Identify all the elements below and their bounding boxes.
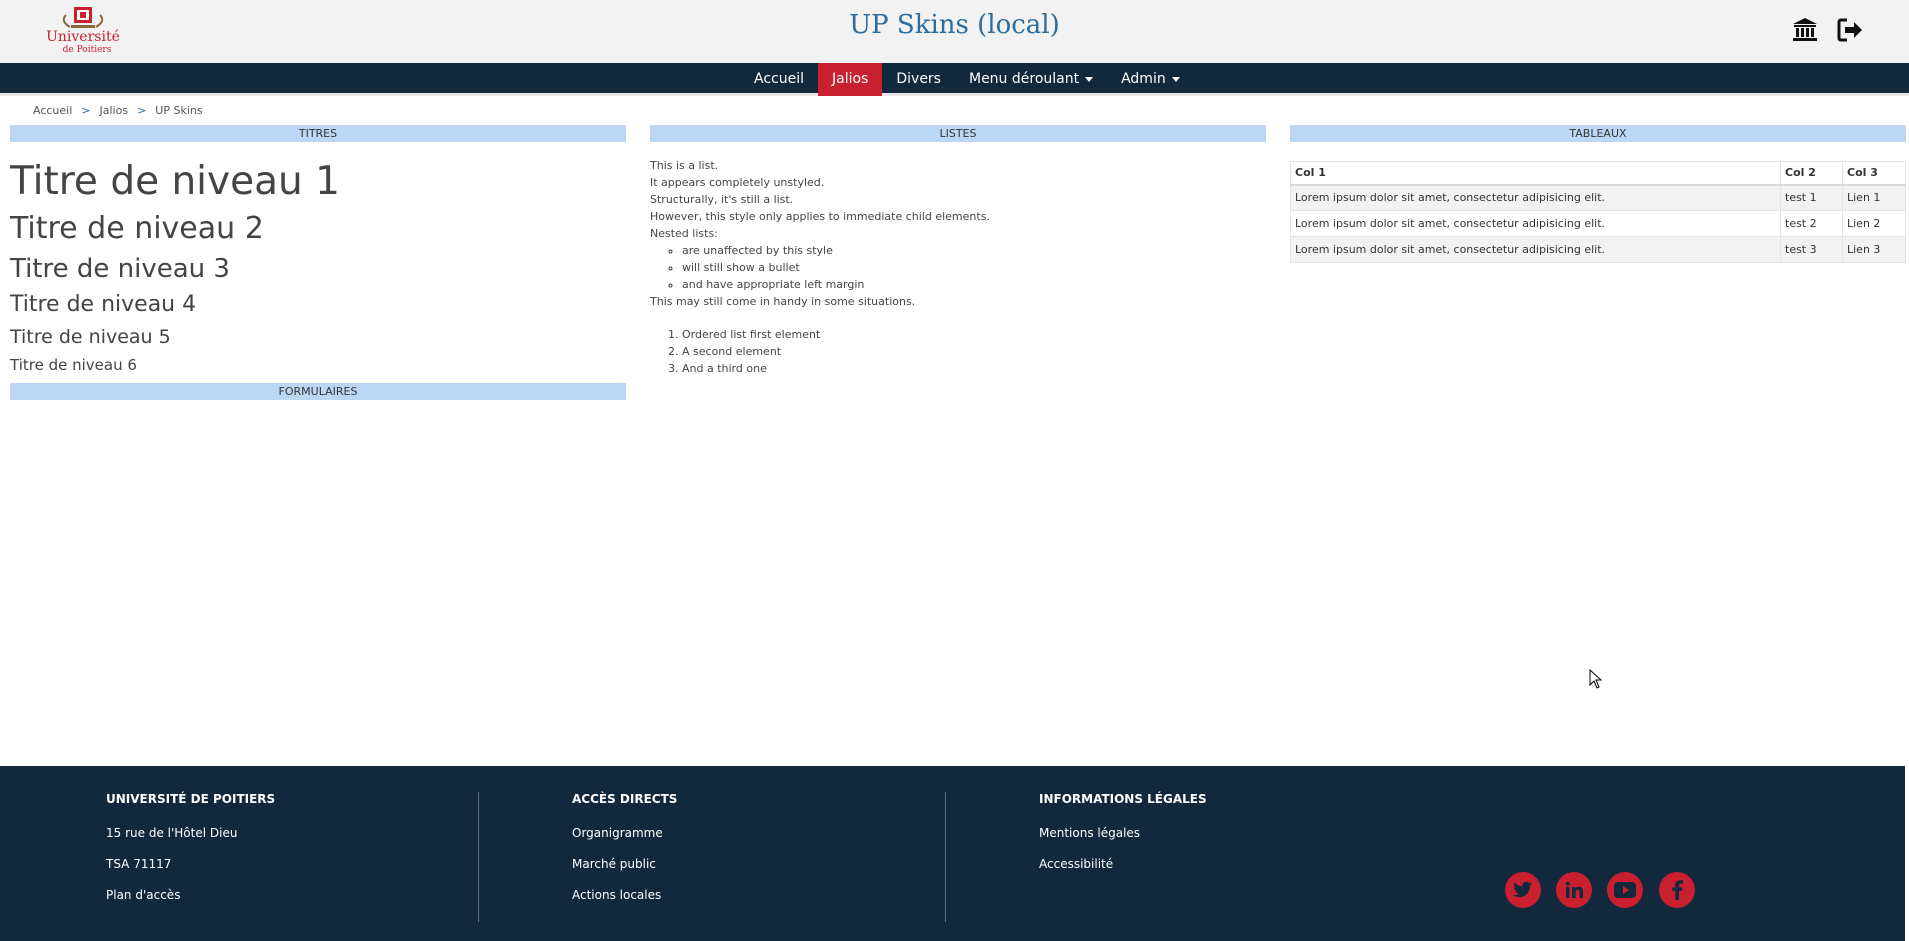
ordered-list-item: A second element xyxy=(682,343,1266,360)
breadcrumb: Accueil > Jalios > UP Skins xyxy=(33,104,203,117)
unstyled-list: This is a list. It appears completely un… xyxy=(650,157,1266,310)
bank-icon[interactable] xyxy=(1791,16,1819,44)
ordered-list-item: Ordered list first element xyxy=(682,326,1266,343)
footer-divider xyxy=(478,792,479,922)
table-cell: test 1 xyxy=(1780,184,1843,211)
breadcrumb-jalios[interactable]: Jalios xyxy=(100,104,129,117)
footer-col-university: UNIVERSITÉ DE POITIERS 15 rue de l'Hôtel… xyxy=(106,792,275,902)
heading-level-3: Titre de niveau 3 xyxy=(10,254,230,284)
heading-level-6: Titre de niveau 6 xyxy=(10,356,137,374)
breadcrumb-separator: > xyxy=(137,104,147,117)
heading-level-2: Titre de niveau 2 xyxy=(10,211,264,246)
youtube-icon[interactable] xyxy=(1607,872,1643,908)
footer-tsa: TSA 71117 xyxy=(106,857,172,871)
footer-link-accessibilite[interactable]: Accessibilité xyxy=(1039,857,1207,871)
nav-item-accueil[interactable]: Accueil xyxy=(740,63,818,96)
nav-label: Admin xyxy=(1121,71,1166,87)
footer-col-title: ACCÈS DIRECTS xyxy=(572,792,678,806)
heading-level-1: Titre de niveau 1 xyxy=(10,159,340,204)
breadcrumb-accueil[interactable]: Accueil xyxy=(33,104,72,117)
nested-list: are unaffected by this style will still … xyxy=(650,242,1266,293)
nested-list-item: and have appropriate left margin xyxy=(682,276,1266,293)
nav-item-divers[interactable]: Divers xyxy=(882,63,955,96)
list-item: Nested lists: are unaffected by this sty… xyxy=(650,225,1266,293)
list-item: It appears completely unstyled. xyxy=(650,176,825,189)
footer-col-informations-legales: INFORMATIONS LÉGALES Mentions légales Ac… xyxy=(1039,792,1207,871)
table-cell-link[interactable]: Lien 2 xyxy=(1842,210,1906,237)
table-cell-link[interactable]: Lien 1 xyxy=(1842,184,1906,211)
nav-label: Accueil xyxy=(754,71,804,87)
footer-col-acces-directs: ACCÈS DIRECTS Organigramme Marché public… xyxy=(572,792,677,902)
twitter-icon[interactable] xyxy=(1505,872,1541,908)
site-header: Université de Poitiers UP Skins (local) xyxy=(0,0,1909,63)
formulaires-section-title: FORMULAIRES xyxy=(10,383,626,400)
list-item: Structurally, it's still a list. xyxy=(650,193,794,206)
table-cell: test 2 xyxy=(1780,210,1843,237)
list-item: This may still come in handy in some sit… xyxy=(650,295,916,308)
table-cell: test 3 xyxy=(1780,236,1843,263)
listes-column: LISTES This is a list. It appears comple… xyxy=(650,125,1266,377)
nested-list-item: will still show a bullet xyxy=(682,259,1266,276)
nav-item-jalios[interactable]: Jalios xyxy=(818,63,883,96)
column-header: Col 1 xyxy=(1290,161,1781,186)
nav-label: Divers xyxy=(896,71,941,87)
tableaux-column: TABLEAUX Col 1 Col 2 Col 3 Lorem ipsum d… xyxy=(1290,125,1906,263)
data-table: Col 1 Col 2 Col 3 Lorem ipsum dolor sit … xyxy=(1290,161,1906,263)
ordered-list: Ordered list first element A second elem… xyxy=(650,326,1266,377)
site-footer: UNIVERSITÉ DE POITIERS 15 rue de l'Hôtel… xyxy=(0,766,1905,941)
caret-down-icon xyxy=(1085,76,1094,82)
list-item: However, this style only applies to imme… xyxy=(650,210,990,223)
titres-section-title: TITRES xyxy=(10,125,626,142)
table-cell-link[interactable]: Lien 3 xyxy=(1842,236,1906,263)
footer-col-title: INFORMATIONS LÉGALES xyxy=(1039,792,1207,806)
heading-level-4: Titre de niveau 4 xyxy=(10,292,197,317)
mouse-cursor-icon xyxy=(1589,668,1603,689)
table-cell: Lorem ipsum dolor sit amet, consectetur … xyxy=(1290,184,1781,211)
footer-link-actions-locales[interactable]: Actions locales xyxy=(572,888,677,902)
footer-link-marche-public[interactable]: Marché public xyxy=(572,857,677,871)
tableaux-section-title: TABLEAUX xyxy=(1290,125,1906,142)
list-item-text: Nested lists: xyxy=(650,227,718,240)
footer-divider xyxy=(945,792,946,922)
ordered-list-item: And a third one xyxy=(682,360,1266,377)
column-header: Col 2 xyxy=(1780,161,1843,186)
table-header-row: Col 1 Col 2 Col 3 xyxy=(1290,161,1906,186)
nav-item-admin[interactable]: Admin xyxy=(1107,63,1194,96)
listes-section-title: LISTES xyxy=(650,125,1266,142)
logo-text-line2: de Poitiers xyxy=(63,45,112,55)
table-row: Lorem ipsum dolor sit amet, consectetur … xyxy=(1290,210,1906,237)
table-cell: Lorem ipsum dolor sit amet, consectetur … xyxy=(1290,236,1781,263)
lists-content: This is a list. It appears completely un… xyxy=(650,157,1266,377)
table-row: Lorem ipsum dolor sit amet, consectetur … xyxy=(1290,236,1906,263)
titres-column: TITRES Titre de niveau 1 Titre de niveau… xyxy=(10,125,626,400)
logout-icon[interactable] xyxy=(1836,16,1864,44)
linkedin-icon[interactable] xyxy=(1556,872,1592,908)
main-navbar: Accueil Jalios Divers Menu déroulant Adm… xyxy=(0,63,1909,96)
footer-link-mentions-legales[interactable]: Mentions légales xyxy=(1039,826,1207,840)
breadcrumb-current: UP Skins xyxy=(155,104,203,117)
breadcrumb-separator: > xyxy=(81,104,91,117)
footer-address: 15 rue de l'Hôtel Dieu xyxy=(106,826,238,840)
caret-down-icon xyxy=(1171,76,1180,82)
nav-item-menu-deroulant[interactable]: Menu déroulant xyxy=(955,63,1107,96)
footer-link-organigramme[interactable]: Organigramme xyxy=(572,826,677,840)
column-header: Col 3 xyxy=(1842,161,1906,186)
footer-link-plan-acces[interactable]: Plan d'accès xyxy=(106,888,275,902)
facebook-icon[interactable] xyxy=(1659,872,1695,908)
list-item: This is a list. xyxy=(650,159,719,172)
footer-col-title: UNIVERSITÉ DE POITIERS xyxy=(106,792,276,806)
nav-label: Menu déroulant xyxy=(968,71,1080,87)
heading-level-5: Titre de niveau 5 xyxy=(10,326,171,348)
nested-list-item: are unaffected by this style xyxy=(682,242,1266,259)
site-title: UP Skins (local) xyxy=(849,10,1060,40)
nav-items: Accueil Jalios Divers Menu déroulant Adm… xyxy=(740,63,1194,96)
nav-label: Jalios xyxy=(832,71,869,87)
table-cell: Lorem ipsum dolor sit amet, consectetur … xyxy=(1290,210,1781,237)
table-row: Lorem ipsum dolor sit amet, consectetur … xyxy=(1290,184,1906,211)
